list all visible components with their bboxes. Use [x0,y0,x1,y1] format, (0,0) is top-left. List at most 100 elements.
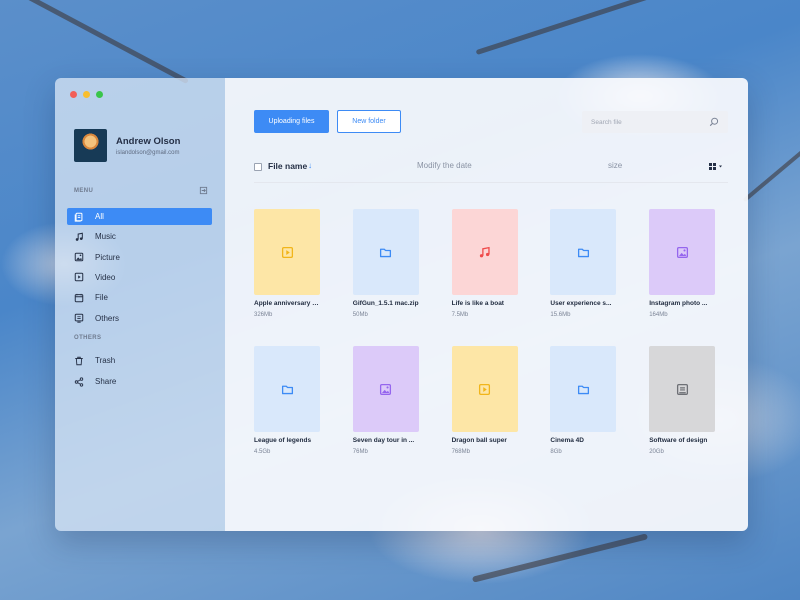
sidebar-item-label: Music [95,232,116,242]
file-name: Dragon ball super [451,437,507,444]
file-size: 15.6Mb [550,312,571,318]
background-branch [475,0,725,56]
user-email: islandolson@gmail.com [116,149,180,156]
user-profile[interactable]: Andrew Olson islandolson@gmail.com [74,129,180,162]
avatar[interactable] [74,129,107,162]
trash-icon [73,355,85,367]
sort-descending-icon[interactable]: ↓ [308,161,312,170]
file-card[interactable]: User experience s... 15.6Mb [550,209,625,329]
all-files-icon [73,211,85,223]
file-card[interactable]: Cinema 4D 8Gb [550,346,625,466]
file-size: 8Gb [550,449,562,455]
sidebar-item-video[interactable]: Video [67,269,212,286]
folder-file-icon [577,383,590,396]
minimize-window-button[interactable] [83,91,90,98]
column-modify-date[interactable]: Modify the date [417,161,472,170]
background-branch [1,0,189,85]
file-size: 50Mb [352,312,368,318]
sidebar-item-label: File [95,293,108,303]
file-size: 4.5Gb [254,449,271,455]
maximize-window-button[interactable] [96,91,103,98]
file-name: League of legends [254,437,312,444]
music-file-icon [478,246,491,259]
main-content: Uploading files New folder File name ↓ M… [225,78,748,531]
search-icon[interactable] [709,117,719,127]
search-box [582,111,728,133]
sidebar-item-file[interactable]: File [67,289,212,306]
file-icon [73,292,85,304]
file-card[interactable]: Instagram photo ... 164Mb [649,209,724,329]
select-all-checkbox[interactable] [254,163,262,171]
collapse-menu-icon[interactable] [199,186,208,195]
sidebar-item-music[interactable]: Music [67,228,212,245]
new-folder-button[interactable]: New folder [337,110,401,133]
file-thumbnail[interactable] [550,346,617,432]
share-icon [73,376,85,388]
background-branch [471,533,649,583]
file-card[interactable]: Apple anniversary c... 326Mb [254,209,329,329]
file-thumbnail[interactable] [550,209,617,295]
column-size[interactable]: size [608,161,622,170]
video-file-icon [281,246,294,259]
sidebar-item-share[interactable]: Share [67,373,212,390]
file-name: Software of design [649,437,708,444]
video-icon [73,271,85,283]
others-icon [73,312,85,324]
others-section-label: OTHERS [74,335,102,341]
sidebar-item-label: Picture [95,252,120,262]
sidebar-item-others[interactable]: Others [67,310,212,327]
file-name: Life is like a boat [451,300,504,307]
file-thumbnail[interactable] [649,346,716,432]
file-thumbnail[interactable] [254,209,320,295]
music-note-icon [73,231,85,243]
file-name: Cinema 4D [550,437,584,444]
sidebar-item-label: Share [95,377,117,386]
file-name: Apple anniversary c... [254,300,320,307]
sidebar-item-picture[interactable]: Picture [67,249,212,266]
file-card[interactable]: Seven day tour in ... 76Mb [352,346,428,466]
user-name: Andrew Olson [116,135,181,147]
menu-section-label: MENU [74,188,94,194]
folder-file-icon [577,246,590,259]
file-thumbnail[interactable] [649,209,716,295]
file-card[interactable]: Dragon ball super 768Mb [451,346,527,466]
file-name: Instagram photo ... [649,300,708,307]
sidebar-item-label: Trash [95,356,116,365]
file-size: 326Mb [254,312,273,318]
picture-file-icon [379,383,392,396]
file-name: Seven day tour in ... [352,437,415,444]
file-card[interactable]: Life is like a boat 7.5Mb [451,209,527,329]
file-thumbnail[interactable] [254,346,320,432]
document-file-icon [676,383,689,396]
sidebar-item-all[interactable]: All [67,208,212,225]
file-size: 164Mb [649,312,668,318]
grid-view-toggle-icon[interactable] [709,162,725,171]
file-thumbnail[interactable] [352,209,419,295]
window-controls [70,91,103,98]
file-thumbnail[interactable] [451,209,518,295]
sidebar-item-trash[interactable]: Trash [67,352,212,369]
file-size: 768Mb [451,449,470,455]
sidebar-item-label: Others [95,313,120,323]
search-input[interactable] [591,118,701,126]
picture-file-icon [676,246,689,259]
file-thumbnail[interactable] [352,346,419,432]
file-card[interactable]: Software of design 20Gb [649,346,724,466]
picture-icon [73,251,85,263]
close-window-button[interactable] [70,91,77,98]
file-size: 7.5Mb [451,312,469,318]
folder-file-icon [281,383,294,396]
folder-file-icon [379,246,392,259]
upload-files-button[interactable]: Uploading files [254,110,329,133]
video-file-icon [478,383,491,396]
file-thumbnail[interactable] [451,346,518,432]
file-name: GifGun_1.5.1 mac.zip [352,300,419,307]
column-file-name[interactable]: File name [268,161,307,171]
sidebar-item-label: Video [95,272,116,282]
file-card[interactable]: GifGun_1.5.1 mac.zip 50Mb [352,209,428,329]
file-card[interactable]: League of legends 4.5Gb [254,346,329,466]
file-list-header: File name ↓ Modify the date size [254,158,728,183]
sidebar: Andrew Olson islandolson@gmail.com MENU … [55,78,225,531]
background-branch [742,121,800,203]
file-size: 20Gb [649,449,664,455]
